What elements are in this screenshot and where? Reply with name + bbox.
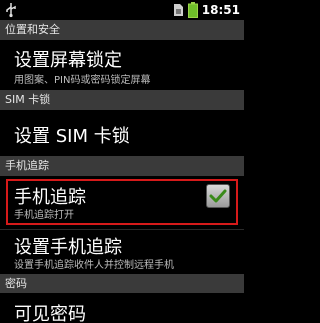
sim-lock-item[interactable]: 设置 SIM 卡锁 bbox=[0, 110, 244, 156]
battery-icon bbox=[187, 2, 198, 18]
screen-lock-title: 设置屏幕锁定 bbox=[14, 50, 122, 71]
visible-passwords-item[interactable]: 可见密码 bbox=[0, 293, 244, 323]
usb-icon bbox=[6, 3, 16, 18]
screen-lock-summary: 用图案、PIN码或密码锁定屏幕 bbox=[14, 75, 151, 86]
section-header-mobile-tracker: 手机追踪 bbox=[0, 156, 244, 176]
visible-passwords-title: 可见密码 bbox=[14, 304, 86, 323]
sim-lock-title: 设置 SIM 卡锁 bbox=[14, 126, 130, 147]
set-mobile-tracker-summary: 设置手机追踪收件人并控制远程手机 bbox=[14, 260, 174, 271]
checkmark-icon bbox=[209, 189, 227, 203]
mobile-tracker-highlight bbox=[6, 179, 238, 225]
sim-icon bbox=[173, 4, 183, 16]
section-header-passwords: 密码 bbox=[0, 274, 244, 293]
section-header-sim-lock: SIM 卡锁 bbox=[0, 90, 244, 110]
section-header-location-security: 位置和安全 bbox=[0, 20, 244, 40]
mobile-tracker-checkbox[interactable] bbox=[206, 184, 230, 208]
screen-lock-item[interactable]: 设置屏幕锁定 用图案、PIN码或密码锁定屏幕 bbox=[0, 40, 244, 90]
status-bar: 18:51 bbox=[0, 0, 244, 20]
status-time: 18:51 bbox=[201, 3, 240, 17]
set-mobile-tracker-item[interactable]: 设置手机追踪 设置手机追踪收件人并控制远程手机 bbox=[0, 230, 244, 274]
